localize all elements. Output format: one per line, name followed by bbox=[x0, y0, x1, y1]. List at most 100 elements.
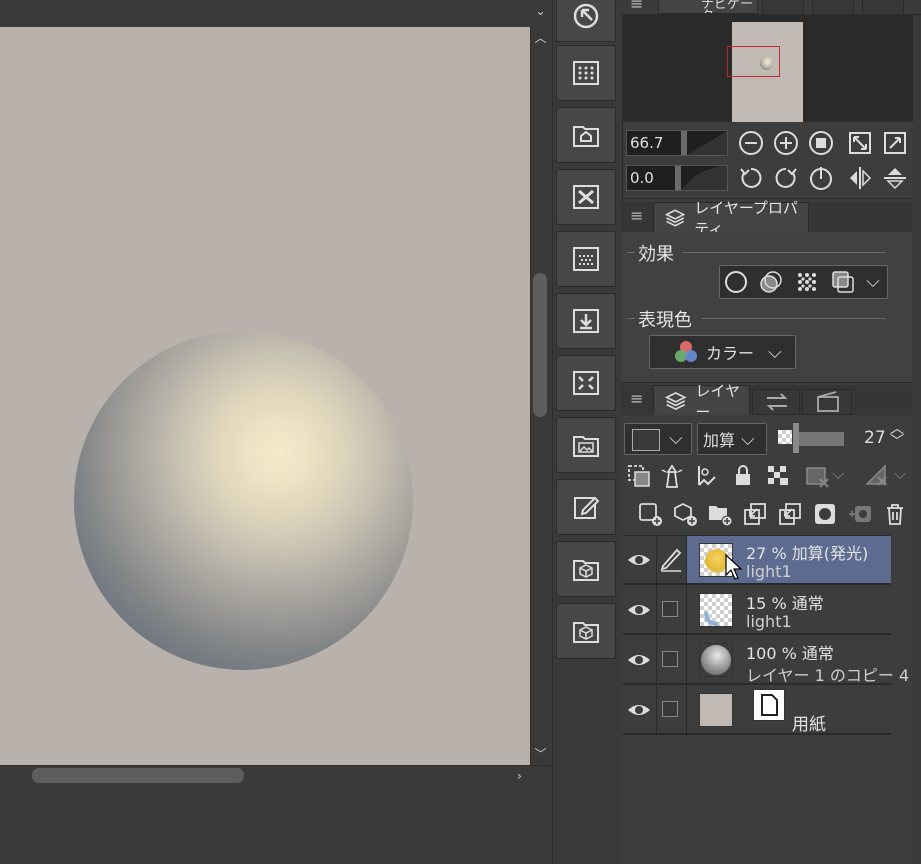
layer-select-checkbox[interactable] bbox=[662, 651, 678, 667]
scroll-right-icon[interactable]: › bbox=[510, 767, 529, 786]
chevron-down-icon[interactable]: ⌵ bbox=[894, 464, 906, 484]
flip-vertical-icon[interactable] bbox=[880, 163, 910, 193]
divider bbox=[682, 252, 886, 253]
blend-mode-value: 加算 bbox=[703, 431, 736, 450]
rotate-slider[interactable]: 0.0 bbox=[626, 165, 728, 191]
navigator-view-frame[interactable] bbox=[727, 46, 780, 77]
tab-layer-property[interactable]: レイヤープロパティ bbox=[653, 199, 809, 238]
separator bbox=[622, 382, 912, 383]
tab-history[interactable] bbox=[752, 389, 800, 415]
expression-color-dropdown[interactable]: カラー ⌵ bbox=[649, 335, 796, 369]
zoom-out-icon[interactable] bbox=[736, 128, 766, 158]
blend-mode-dropdown[interactable]: 加算 ⌵ bbox=[697, 423, 767, 455]
tone-effect-icon[interactable] bbox=[756, 267, 786, 297]
opacity-slider[interactable] bbox=[796, 432, 844, 446]
halftone-icon[interactable] bbox=[792, 267, 822, 297]
canvas-top-bar: ⌄ bbox=[0, 0, 552, 26]
3d-box-icon[interactable] bbox=[556, 541, 616, 597]
import-icon[interactable] bbox=[556, 293, 616, 349]
actual-size-icon[interactable] bbox=[806, 128, 836, 158]
horizontal-scroll-thumb[interactable] bbox=[32, 768, 244, 783]
flip-horizontal-icon[interactable] bbox=[845, 163, 875, 193]
fit-to-window-icon[interactable] bbox=[845, 128, 875, 158]
tab-navigator[interactable]: ナビゲーター bbox=[658, 0, 758, 14]
home-folder-icon[interactable] bbox=[556, 107, 616, 163]
vertical-scroll-thumb[interactable] bbox=[533, 273, 547, 417]
layer-name-line1: 27 % 加算(発光) bbox=[746, 544, 869, 563]
eye-icon[interactable] bbox=[626, 600, 652, 620]
tab-layer[interactable]: レイヤー bbox=[653, 382, 750, 421]
transfer-down-icon[interactable] bbox=[740, 499, 770, 529]
combine-down-icon[interactable] bbox=[775, 499, 805, 529]
layer-name-line2: レイヤー 1 のコピー 4 bbox=[746, 666, 910, 685]
film-icon bbox=[817, 391, 839, 412]
lock-icon[interactable] bbox=[728, 461, 758, 491]
draft-layer-icon[interactable] bbox=[692, 461, 722, 491]
pen-icon[interactable] bbox=[659, 546, 683, 572]
right-panel-scrollbar[interactable] bbox=[912, 0, 921, 864]
eye-icon[interactable] bbox=[626, 700, 652, 720]
cursor-icon[interactable] bbox=[556, 0, 616, 42]
lock-transparency-icon[interactable] bbox=[763, 461, 793, 491]
trash-icon[interactable] bbox=[880, 499, 910, 529]
menu-icon[interactable]: ≡ bbox=[630, 389, 643, 408]
layer-color-dropdown[interactable]: ⌵ bbox=[624, 423, 692, 455]
layer-select-checkbox[interactable] bbox=[662, 601, 678, 617]
menu-icon[interactable]: ≡ bbox=[630, 0, 643, 13]
menu-icon[interactable]: ≡ bbox=[630, 206, 643, 225]
eye-icon[interactable] bbox=[626, 550, 652, 570]
layer-name-line1: 100 % 通常 bbox=[746, 644, 834, 663]
layer-thumbnail bbox=[699, 643, 733, 677]
expression-color-label: 表現色 bbox=[638, 310, 692, 331]
new-vector-layer-icon[interactable] bbox=[670, 499, 700, 529]
chevron-down-icon[interactable]: ⌄ bbox=[531, 2, 550, 21]
border-effect-icon[interactable] bbox=[721, 267, 751, 297]
chevron-down-icon: ⌵ bbox=[741, 428, 755, 450]
clip-below-icon[interactable] bbox=[624, 461, 654, 491]
canvas-bottom-area bbox=[0, 787, 552, 864]
scroll-up-icon[interactable]: ︿ bbox=[531, 29, 550, 48]
paper-icon bbox=[761, 694, 778, 716]
transform-icon[interactable] bbox=[556, 355, 616, 411]
apply-mask-icon[interactable] bbox=[845, 499, 875, 529]
image-icon[interactable] bbox=[556, 417, 616, 473]
tab-animation[interactable] bbox=[802, 389, 852, 415]
sphere-drawing bbox=[74, 331, 413, 670]
zoom-in-icon[interactable] bbox=[771, 128, 801, 158]
opacity-slider-handle[interactable] bbox=[793, 423, 799, 453]
layer-select-checkbox[interactable] bbox=[662, 701, 678, 717]
new-folder-icon[interactable] bbox=[705, 499, 735, 529]
divider bbox=[627, 318, 635, 319]
new-raster-layer-icon[interactable] bbox=[635, 499, 665, 529]
chevron-down-icon: ⌵ bbox=[768, 341, 782, 363]
divider bbox=[702, 318, 886, 319]
dotted-fill-icon[interactable] bbox=[556, 231, 616, 287]
color-circles-icon bbox=[675, 341, 697, 362]
rotate-left-icon[interactable] bbox=[736, 163, 766, 193]
effect-label: 効果 bbox=[638, 244, 674, 265]
chevron-down-icon[interactable]: ⌵ bbox=[862, 268, 884, 296]
reference-layer-icon[interactable] bbox=[657, 461, 687, 491]
3d-box-icon-2[interactable] bbox=[556, 603, 616, 659]
layer-color-swatch bbox=[632, 429, 660, 451]
layer-name-line2: light1 bbox=[746, 562, 792, 581]
ruler-disabled-icon[interactable] bbox=[862, 461, 892, 491]
edit-icon[interactable] bbox=[556, 479, 616, 535]
reset-rotation-icon[interactable] bbox=[806, 163, 836, 193]
layer-color-icon[interactable] bbox=[828, 267, 858, 297]
layer-thumbnail bbox=[699, 593, 733, 627]
fit-navigator-icon[interactable] bbox=[880, 128, 910, 158]
divider bbox=[627, 252, 635, 253]
opacity-stepper[interactable]: ︿ ﹀ bbox=[890, 422, 904, 449]
rotate-right-icon[interactable] bbox=[771, 163, 801, 193]
layer-mask-icon[interactable] bbox=[810, 499, 840, 529]
canvas-paper[interactable] bbox=[0, 27, 530, 765]
close-selection-icon[interactable] bbox=[556, 169, 616, 225]
grid-icon[interactable] bbox=[556, 45, 616, 101]
scroll-down-icon[interactable]: ﹀ bbox=[531, 745, 550, 764]
chevron-down-icon[interactable]: ⌵ bbox=[832, 464, 844, 484]
zoom-slider[interactable]: 66.7 bbox=[626, 130, 728, 156]
opacity-icon bbox=[778, 430, 792, 444]
mask-disabled-icon[interactable] bbox=[802, 461, 832, 491]
eye-icon[interactable] bbox=[626, 650, 652, 670]
